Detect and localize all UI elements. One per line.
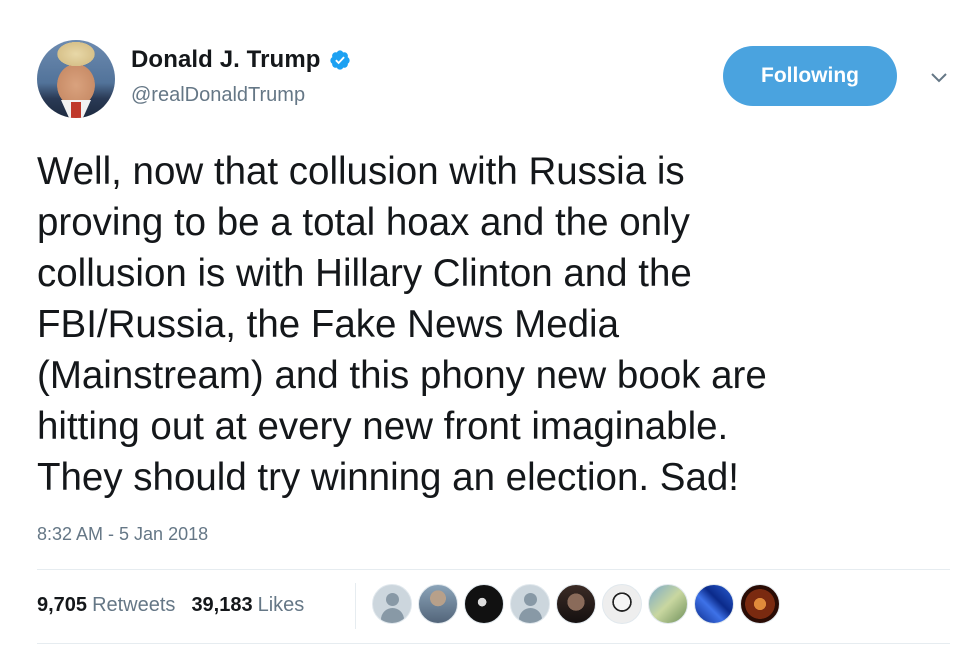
retweets-label[interactable]: Retweets — [92, 594, 175, 617]
avatar-tie — [71, 102, 81, 118]
tweet-text: Well, now that collusion with Russia is … — [37, 150, 767, 499]
user-avatar[interactable] — [37, 40, 115, 118]
liker-avatar[interactable] — [464, 584, 504, 624]
liker-avatar[interactable] — [372, 584, 412, 624]
liker-avatar[interactable] — [602, 584, 642, 624]
verified-badge-icon — [329, 50, 350, 70]
retweets-count[interactable]: 9,705 — [37, 594, 87, 617]
likes-count[interactable]: 39,183 — [191, 594, 252, 617]
divider — [37, 569, 950, 570]
liker-avatar[interactable] — [510, 584, 550, 624]
following-button[interactable]: Following — [723, 46, 897, 106]
stats-separator — [355, 583, 356, 629]
user-display-name[interactable]: Donald J. Trump — [131, 46, 321, 74]
chevron-down-icon[interactable] — [930, 70, 948, 84]
tweet-stats: 9,705 Retweets 39,183 Likes — [37, 594, 320, 617]
user-display-name-row[interactable]: Donald J. Trump — [131, 46, 351, 74]
liker-avatar[interactable] — [556, 584, 596, 624]
liker-avatars — [372, 584, 786, 624]
tweet-timestamp[interactable]: 8:32 AM - 5 Jan 2018 — [37, 524, 208, 545]
user-handle[interactable]: @realDonaldTrump — [131, 84, 305, 107]
liker-avatar[interactable] — [418, 584, 458, 624]
liker-avatar[interactable] — [740, 584, 780, 624]
liker-avatar[interactable] — [694, 584, 734, 624]
liker-avatar[interactable] — [648, 584, 688, 624]
likes-label[interactable]: Likes — [258, 594, 305, 617]
divider — [37, 643, 950, 644]
